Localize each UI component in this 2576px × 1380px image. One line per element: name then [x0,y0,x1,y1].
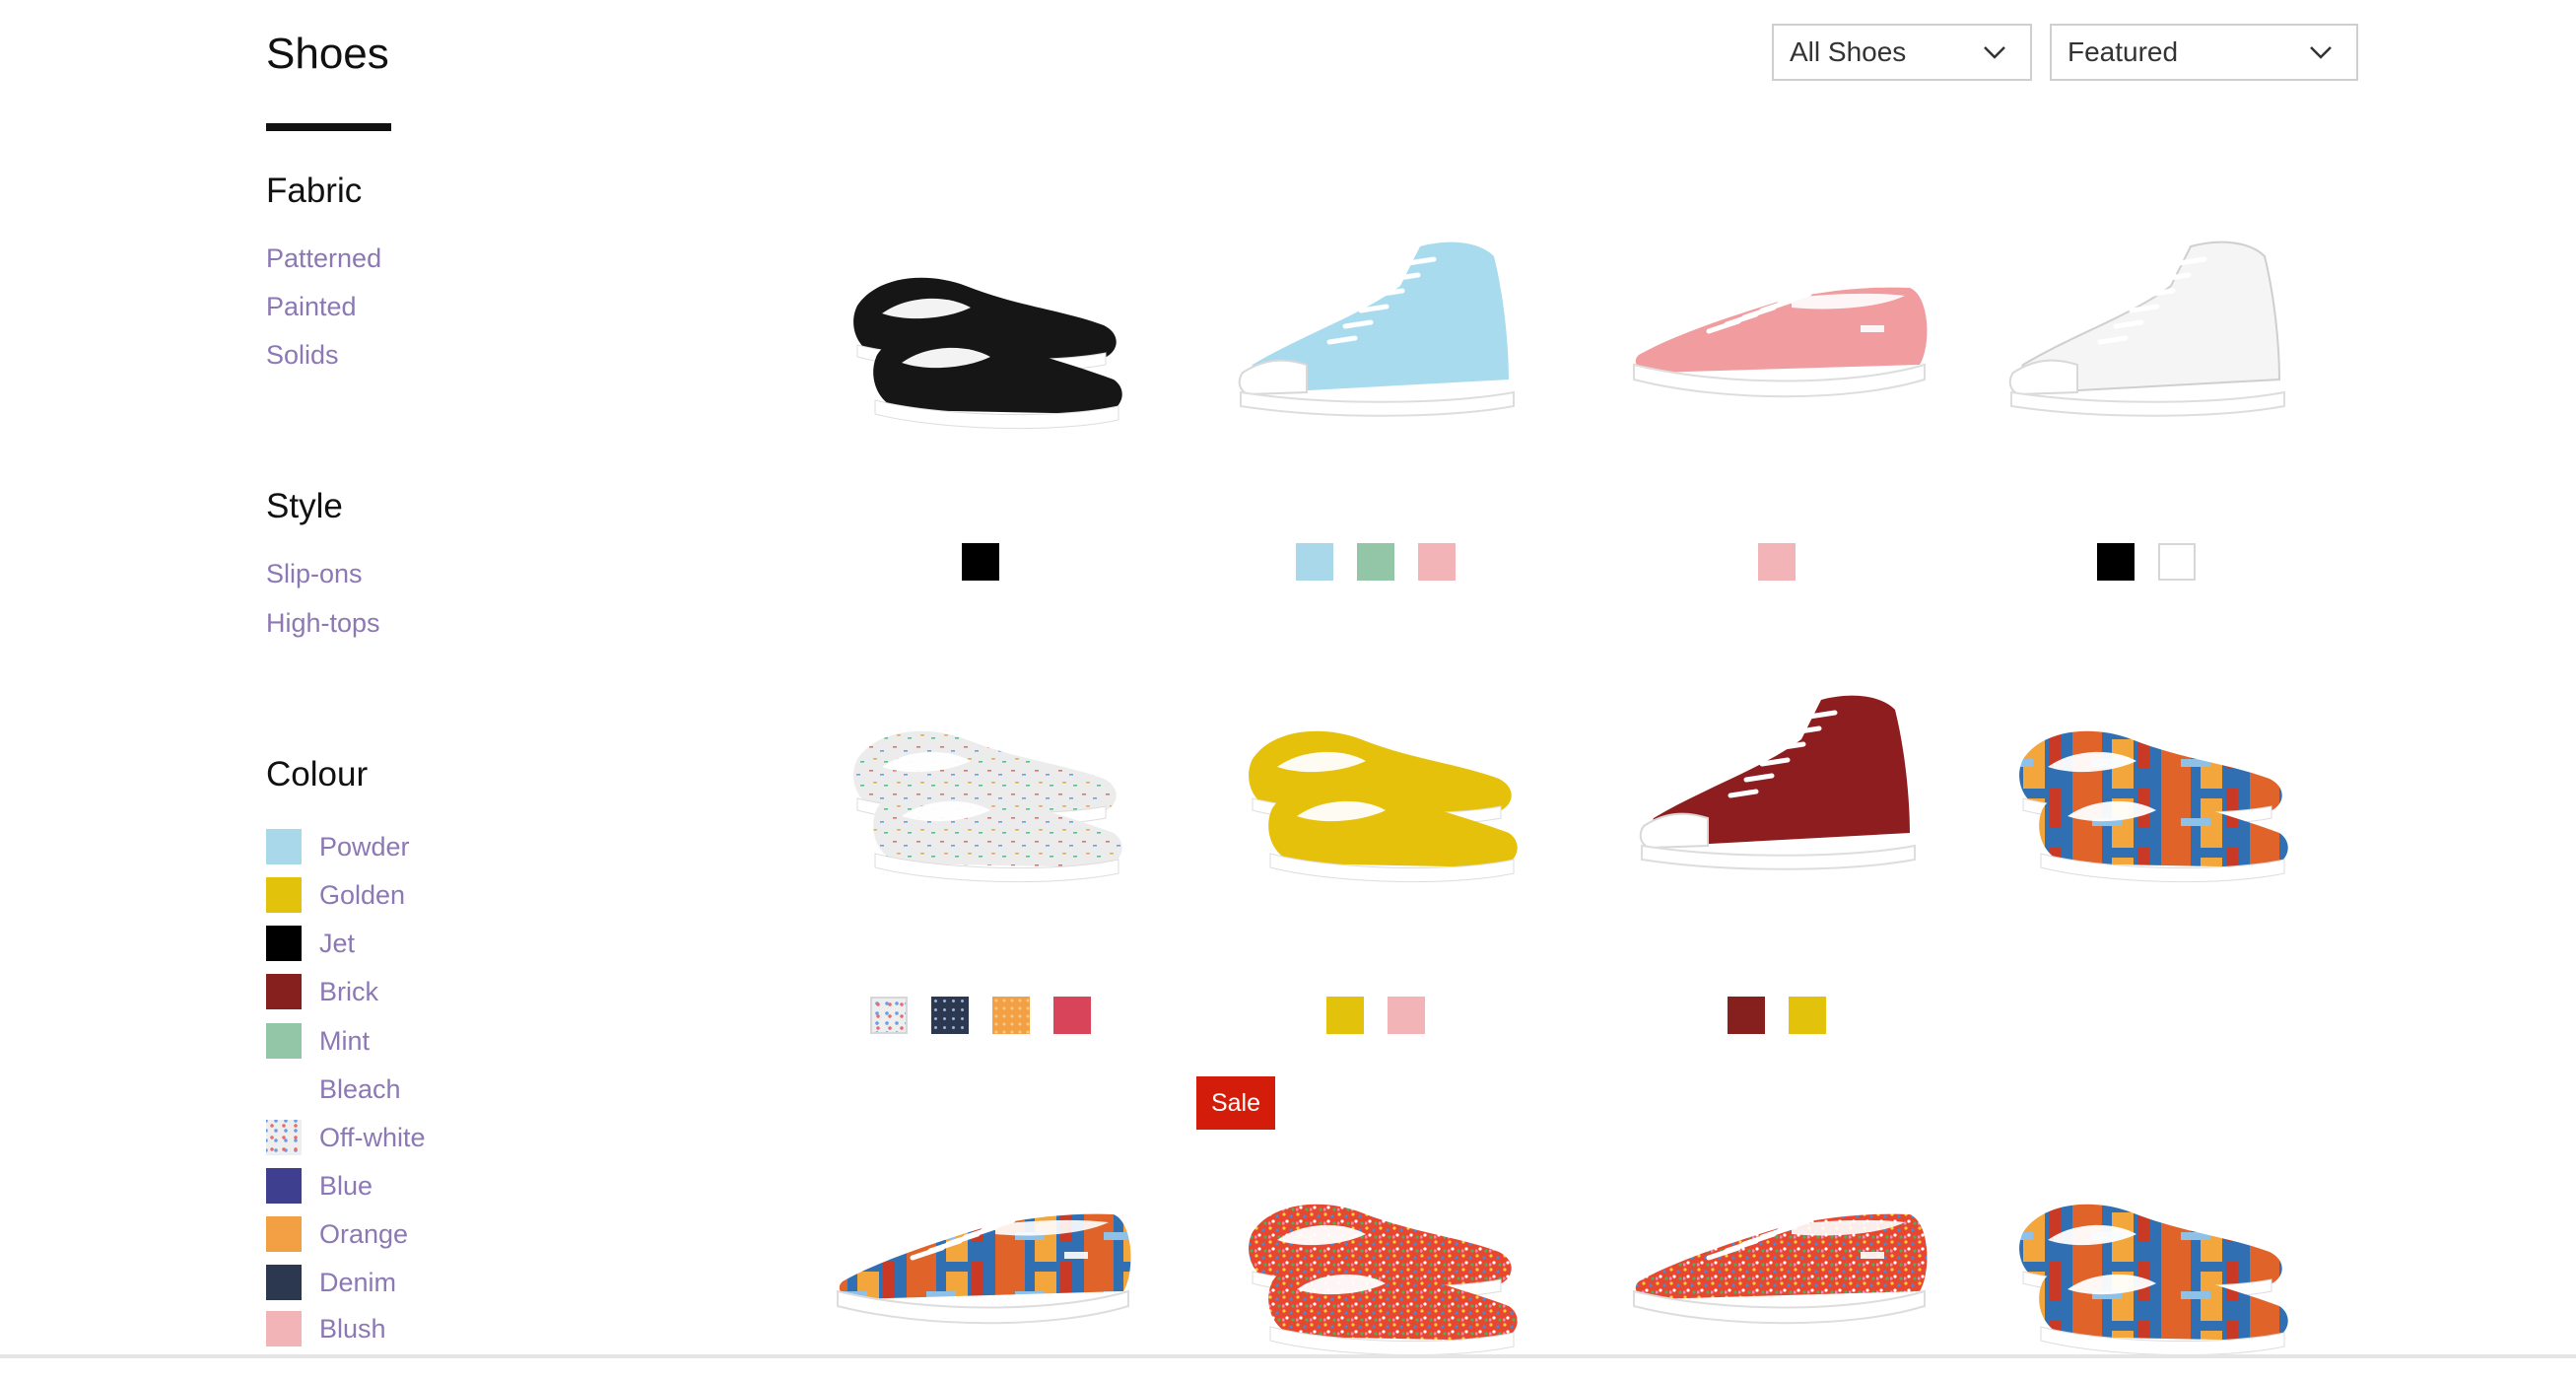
product-colour-swatch[interactable] [962,543,999,581]
filter-fabric-solids[interactable]: Solids [266,340,339,371]
filter-style-high-tops[interactable]: High-tops [266,608,380,639]
filter-colour-powder[interactable]: Powder [266,829,410,864]
colour-swatch [266,1216,302,1252]
product-colour-swatch[interactable] [1326,997,1364,1034]
filter-colour-orange[interactable]: Orange [266,1216,408,1252]
colour-label: Powder [319,831,410,862]
category-select[interactable]: All Shoes [1772,24,2032,81]
product-colour-swatch[interactable] [931,997,969,1034]
product-image[interactable] [1984,217,2309,453]
colour-label: Jet [319,928,356,958]
product-colour-swatch[interactable] [1388,997,1425,1034]
colour-swatch [266,926,302,961]
sort-select[interactable]: Featured [2050,24,2358,81]
filter-colour-off-white[interactable]: Off-white [266,1120,426,1155]
product-image[interactable] [1614,1143,1939,1380]
filter-colour-bleach[interactable]: Bleach [266,1071,401,1107]
colour-heading: Colour [266,755,369,794]
product-colour-swatch[interactable] [1296,543,1333,581]
product-colour-swatch[interactable] [1418,543,1456,581]
product-image[interactable] [1614,670,1939,907]
colour-label: Bleach [319,1073,401,1104]
product-colour-swatch[interactable] [870,997,908,1034]
category-select-value: All Shoes [1790,36,1907,67]
colour-swatch [266,1168,302,1204]
product-colour-swatch[interactable] [1728,997,1765,1034]
colour-label: Orange [319,1218,409,1249]
product-colour-swatch[interactable] [992,997,1030,1034]
filter-colour-denim[interactable]: Denim [266,1265,396,1300]
product-image[interactable] [1213,217,1538,453]
chevron-down-icon [1984,46,2005,59]
product-image[interactable] [818,670,1143,907]
filter-fabric-painted[interactable]: Painted [266,292,357,322]
colour-label: Brick [319,976,378,1006]
filter-colour-mint[interactable]: Mint [266,1023,370,1059]
colour-swatch [266,1023,302,1059]
colour-swatch [266,1311,302,1346]
colour-swatch [266,1265,302,1300]
chevron-down-icon [2310,46,2332,59]
colour-label: Golden [319,879,406,910]
colour-label: Mint [319,1025,371,1056]
filter-colour-golden[interactable]: Golden [266,877,405,913]
page-title: Shoes [266,30,389,78]
product-image[interactable] [818,1143,1143,1380]
sale-badge: Sale [1196,1076,1275,1130]
product-colour-swatch[interactable] [1789,997,1826,1034]
colour-swatch [266,829,302,864]
product-image[interactable] [1984,1143,2309,1380]
filter-colour-brick[interactable]: Brick [266,974,378,1009]
colour-swatch [266,1120,302,1155]
product-colour-swatch[interactable] [1357,543,1394,581]
title-underline [266,123,391,131]
colour-swatch [266,877,302,913]
product-image[interactable] [1614,217,1939,453]
colour-label: Off-white [319,1122,426,1152]
filter-colour-blue[interactable]: Blue [266,1168,373,1204]
fabric-heading: Fabric [266,172,363,210]
colour-swatch [266,1071,302,1107]
filter-colour-blush[interactable]: Blush [266,1311,386,1346]
product-image[interactable] [1213,670,1538,907]
colour-label: Denim [319,1267,397,1297]
product-image[interactable] [818,217,1143,453]
filter-fabric-patterned[interactable]: Patterned [266,243,381,274]
product-colour-swatch[interactable] [2158,543,2196,581]
product-image[interactable] [1984,670,2309,907]
colour-swatch [266,974,302,1009]
colour-label: Blush [319,1313,386,1344]
colour-label: Blue [319,1170,373,1201]
sort-select-value: Featured [2068,36,2179,67]
style-heading: Style [266,487,343,525]
product-colour-swatch[interactable] [2097,543,2135,581]
filter-style-slip-ons[interactable]: Slip-ons [266,559,363,589]
product-colour-swatch[interactable] [1053,997,1091,1034]
bottom-divider [0,1354,2576,1358]
product-image[interactable] [1213,1143,1538,1380]
product-colour-swatch[interactable] [1758,543,1796,581]
filter-colour-jet[interactable]: Jet [266,926,355,961]
